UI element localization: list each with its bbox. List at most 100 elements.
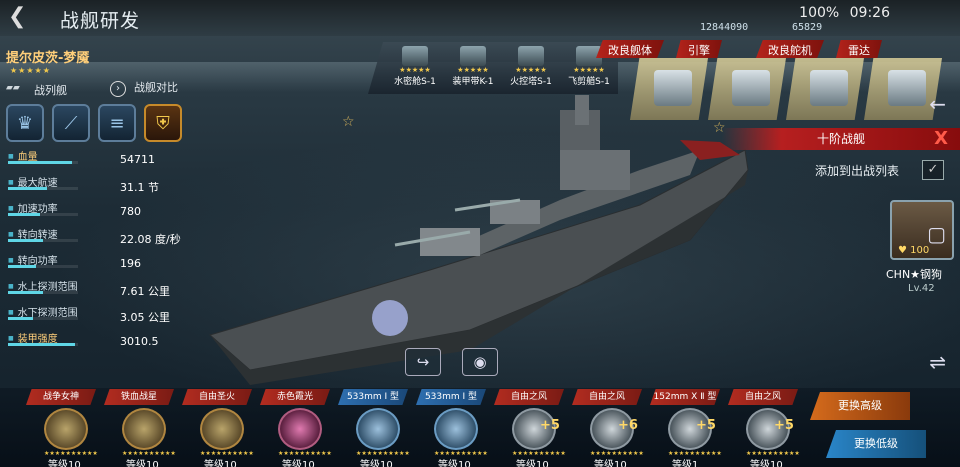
weapon-plus: +5 xyxy=(540,418,560,433)
weapon-slot[interactable]: 533mm Ⅰ 型 ★★★★★★★★★★ 等级10 xyxy=(332,388,410,467)
swap-low-button[interactable]: 更换低级 xyxy=(826,430,926,458)
share-button[interactable]: ↪ xyxy=(405,348,441,376)
weapon-name: 自由之风 xyxy=(494,389,564,405)
ship-stats: 血量 54711 最大航速 31.1 节 加速功率 780 转向转速 22.08… xyxy=(6,148,206,356)
weapon-name: 自由之风 xyxy=(728,389,798,405)
close-x-icon[interactable]: X xyxy=(934,128,948,150)
weapon-slot[interactable]: 自由之风 +5 ★★★★★★★★★★ 等级10 xyxy=(722,388,800,467)
stat-row: 转向转速 22.08 度/秒 xyxy=(6,226,206,252)
crown-skill-icon[interactable]: ♛ xyxy=(6,104,44,142)
torpedo-skill-icon[interactable]: ⟋ xyxy=(52,104,90,142)
weapon-level: 等级10 xyxy=(594,460,627,467)
hull-icon xyxy=(654,70,692,106)
back-button[interactable]: ❮ xyxy=(8,4,48,32)
stat-value: 3010.5 xyxy=(120,335,159,348)
stat-value: 22.08 度/秒 xyxy=(120,233,181,246)
weapon-icon xyxy=(278,408,322,450)
weapon-slot[interactable]: 铁血战星 ★★★★★★★★★★ 等级10 xyxy=(98,388,176,467)
weapon-level: 等级10 xyxy=(750,460,783,467)
compare-button[interactable]: › 战舰对比 xyxy=(110,79,178,97)
weapon-name: 533mm Ⅰ 型 xyxy=(338,389,408,405)
upgrade-panel: 改良舰体 引擎 改良舵机 雷达 xyxy=(596,40,960,120)
engine-icon xyxy=(732,70,770,106)
module-name: 装甲带K-1 xyxy=(452,77,494,87)
weapon-level: 等级10 xyxy=(126,460,159,467)
tab-hull[interactable]: 改良舰体 xyxy=(596,40,664,58)
emblem-skill-icon[interactable]: ⛨ xyxy=(144,104,182,142)
weapon-slots: 战争女神 ★★★★★★★★★★ 等级10 铁血战星 ★★★★★★★★★★ 等级10… xyxy=(0,388,960,467)
stat-value: 196 xyxy=(120,257,141,270)
module-stars: ★★★★★ xyxy=(515,66,547,74)
tab-engine[interactable]: 引擎 xyxy=(676,40,722,58)
stat-value: 7.61 公里 xyxy=(120,285,170,298)
stat-row: 装甲强度 3010.5 xyxy=(6,330,206,356)
module-slot[interactable]: ★★★★★ 水密舱S-1 xyxy=(386,42,444,94)
share-icon: ↪ xyxy=(416,353,430,371)
weapon-name: 赤色霞光 xyxy=(260,389,330,405)
stat-bar xyxy=(8,265,78,268)
tab-radar[interactable]: 雷达 xyxy=(836,40,882,58)
weapon-icon xyxy=(44,408,88,450)
stat-value: 54711 xyxy=(120,153,155,166)
view-button[interactable]: ◉ xyxy=(462,348,498,376)
commander-badge: ♥ 100 xyxy=(898,245,930,256)
module-stars: ★★★★★ xyxy=(399,66,431,74)
weapon-slot[interactable]: 自由之风 +5 ★★★★★★★★★★ 等级10 xyxy=(488,388,566,467)
weapon-slot[interactable]: 自由之风 +6 ★★★★★★★★★★ 等级10 xyxy=(566,388,644,467)
engine-upgrade-card[interactable] xyxy=(708,58,786,120)
eye-icon: ◉ xyxy=(473,353,487,371)
module-slot[interactable]: ★★★★★ 火控塔S-1 xyxy=(502,42,560,94)
weapon-plus: +5 xyxy=(774,418,794,433)
module-icon xyxy=(518,46,544,66)
weapon-level: 等级10 xyxy=(360,460,393,467)
weapon-name: 自由圣火 xyxy=(182,389,252,405)
tab-rudder[interactable]: 改良舵机 xyxy=(756,40,824,58)
stat-row: 水下探测范围 3.05 公里 xyxy=(6,304,206,330)
nav-back-icon[interactable]: ← xyxy=(929,92,946,116)
weapon-slot[interactable]: 自由圣火 ★★★★★★★★★★ 等级10 xyxy=(176,388,254,467)
weapon-slot[interactable]: 152mm X Ⅱ 型 +5 ★★★★★★★★★★ 等级1 xyxy=(644,388,722,467)
module-name: 火控塔S-1 xyxy=(510,77,552,87)
stat-value: 3.05 公里 xyxy=(120,311,170,324)
skill-icons: ♛ ⟋ ≡ ⛨ xyxy=(6,104,182,142)
hull-upgrade-card[interactable] xyxy=(630,58,708,120)
ship-class: 战列舰 xyxy=(34,84,67,97)
commander-name: CHN★钢狗 xyxy=(886,268,943,281)
svg-text:☆: ☆ xyxy=(342,114,355,130)
weapon-slot[interactable]: 赤色霞光 ★★★★★★★★★★ 等级10 xyxy=(254,388,332,467)
weapon-level: 等级10 xyxy=(204,460,237,467)
weapon-icon xyxy=(122,408,166,450)
module-slot[interactable]: ★★★★★ 装甲带K-1 xyxy=(444,42,502,94)
nav-menu-icon[interactable]: ⇌ xyxy=(929,350,946,374)
weapon-name: 自由之风 xyxy=(572,389,642,405)
weapon-level: 等级10 xyxy=(48,460,81,467)
add-to-fleet-checkbox[interactable]: ✓ xyxy=(922,160,944,180)
weapon-level: 等级10 xyxy=(282,460,315,467)
weapon-name: 铁血战星 xyxy=(104,389,174,405)
weapon-plus: +6 xyxy=(618,418,638,433)
weapon-plus: +5 xyxy=(696,418,716,433)
weapon-name: 152mm X Ⅱ 型 xyxy=(650,389,720,405)
weapon-icon xyxy=(200,408,244,450)
status-bar: 100% 09:26 xyxy=(793,5,890,21)
compare-arrow-icon: › xyxy=(110,81,126,97)
weapon-level: 等级1 xyxy=(672,460,699,467)
stat-bar xyxy=(8,213,78,216)
nav-recent-icon[interactable]: ▢ xyxy=(927,222,946,246)
compare-label: 战舰对比 xyxy=(134,81,178,94)
stat-row: 水上探测范围 7.61 公里 xyxy=(6,278,206,304)
weapon-slot[interactable]: 533mm Ⅰ 型 ★★★★★★★★★★ 等级10 xyxy=(410,388,488,467)
cannon-skill-icon[interactable]: ≡ xyxy=(98,104,136,142)
rudder-upgrade-card[interactable] xyxy=(786,58,864,120)
weapon-icon xyxy=(434,408,478,450)
top-bar: ❮ 战舰研发 100% 09:26 12844090 65829 xyxy=(0,0,960,36)
stat-value: 31.1 节 xyxy=(120,181,159,194)
swap-high-button[interactable]: 更换高级 xyxy=(810,392,910,420)
tier-label: 十阶战舰 xyxy=(816,132,865,146)
weapon-slot[interactable]: 战争女神 ★★★★★★★★★★ 等级10 xyxy=(20,388,98,467)
radar-icon xyxy=(888,70,926,106)
page-title: 战舰研发 xyxy=(60,10,141,32)
equipment-modules: ★★★★★ 水密舱S-1 ★★★★★ 装甲带K-1 ★★★★★ 火控塔S-1 ★… xyxy=(368,42,618,94)
stat-bar xyxy=(8,161,78,164)
ship-name: 提尔皮茨-梦魇 xyxy=(6,51,90,66)
